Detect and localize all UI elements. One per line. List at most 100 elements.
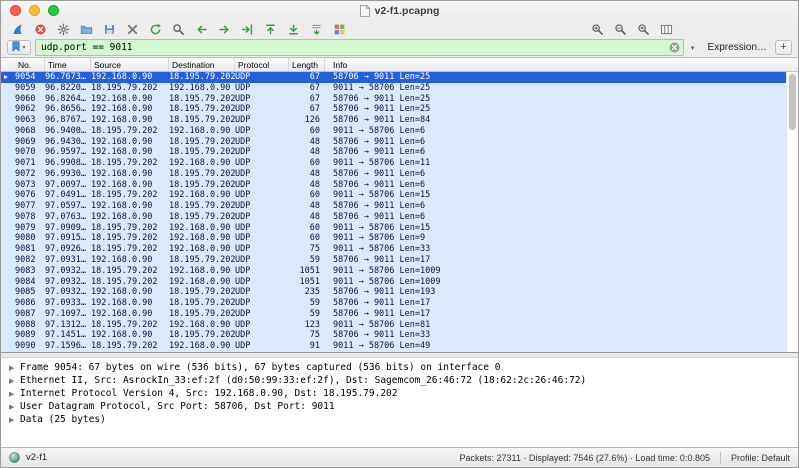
disclosure-triangle-icon[interactable]: ▶ [9,377,20,385]
cell-length: 48 [289,212,325,223]
go-to-packet-icon[interactable] [239,22,257,38]
packet-row[interactable]: 908897.1312…18.195.79.202192.168.0.90UDP… [1,320,798,331]
packet-row[interactable]: 906996.9430…192.168.0.9018.195.79.202UDP… [1,137,798,148]
packet-row[interactable]: 907196.9908…18.195.79.202192.168.0.90UDP… [1,158,798,169]
packet-row[interactable]: 908197.0926…18.195.79.202192.168.0.90UDP… [1,244,798,255]
detail-row[interactable]: ▶User Datagram Protocol, Src Port: 58706… [1,400,798,413]
auto-scroll-icon[interactable] [308,22,326,38]
cell-time: 97.0763… [45,212,91,223]
packet-row[interactable]: 908597.0932…192.168.0.9018.195.79.202UDP… [1,287,798,298]
column-header-no[interactable]: No. [15,58,45,71]
packet-row[interactable]: 906296.8656…192.168.0.9018.195.79.202UDP… [1,104,798,115]
maximize-button[interactable] [48,5,59,16]
packet-row[interactable]: 906396.8767…192.168.0.9018.195.79.202UDP… [1,115,798,126]
packet-row[interactable]: 905496.7673…192.168.0.9018.195.79.202UDP… [1,72,798,83]
packet-row[interactable]: 907397.0097…192.168.0.9018.195.79.202UDP… [1,180,798,191]
cell-time: 97.0909… [45,223,91,234]
start-capture-icon[interactable] [9,22,27,38]
expression-button[interactable]: Expression… [708,42,767,53]
zoom-normal-icon[interactable] [635,22,653,38]
disclosure-triangle-icon[interactable]: ▶ [9,416,20,424]
packet-row[interactable]: 908997.1451…192.168.0.9018.195.79.202UDP… [1,330,798,341]
disclosure-triangle-icon[interactable]: ▶ [9,390,20,398]
column-header-source[interactable]: Source [91,58,169,71]
packet-row[interactable]: 908697.0933…192.168.0.9018.195.79.202UDP… [1,298,798,309]
packet-row[interactable]: 908297.0931…192.168.0.9018.195.79.202UDP… [1,255,798,266]
packet-row[interactable]: 907897.0763…192.168.0.9018.195.79.202UDP… [1,212,798,223]
packet-row[interactable]: 905996.8220…18.195.79.202192.168.0.90UDP… [1,83,798,94]
cell-destination: 18.195.79.202 [169,137,235,148]
cell-info: 58706 → 9011 Len=33 [325,330,798,341]
zoom-in-icon[interactable] [589,22,607,38]
packet-row[interactable]: 908397.0932…18.195.79.202192.168.0.90UDP… [1,266,798,277]
filter-clear-icon[interactable] [669,42,680,53]
packet-row[interactable]: 908497.0932…18.195.79.202192.168.0.90UDP… [1,277,798,288]
packet-row[interactable]: 907096.9597…192.168.0.9018.195.79.202UDP… [1,147,798,158]
packet-row[interactable]: 907997.0909…18.195.79.202192.168.0.90UDP… [1,223,798,234]
display-filter-input[interactable] [36,41,669,54]
cell-no: 9073 [15,180,45,191]
go-forward-icon[interactable] [216,22,234,38]
disclosure-triangle-icon[interactable]: ▶ [9,403,20,411]
column-header-destination[interactable]: Destination [169,58,235,71]
capture-name: v2-f1 [26,452,47,463]
column-header-time[interactable]: Time [45,58,91,71]
filter-bookmark-button[interactable]: ▾ [7,40,31,55]
packet-row[interactable]: 906896.9400…18.195.79.202192.168.0.90UDP… [1,126,798,137]
cell-no: 9071 [15,158,45,169]
cell-time: 97.0097… [45,180,91,191]
detail-row[interactable]: ▶Data (25 bytes) [1,413,798,426]
cell-time: 96.9400… [45,126,91,137]
cell-time: 97.0932… [45,277,91,288]
vertical-scrollbar[interactable] [786,72,798,352]
go-back-icon[interactable] [193,22,211,38]
reload-icon[interactable] [147,22,165,38]
profile-label[interactable]: Profile: Default [731,453,790,463]
cell-destination: 192.168.0.90 [169,126,235,137]
packet-row[interactable]: 908797.1097…192.168.0.9018.195.79.202UDP… [1,309,798,320]
stop-capture-icon[interactable] [32,22,50,38]
cell-info: 58706 → 9011 Len=25 [325,94,798,105]
cell-source: 192.168.0.90 [91,180,169,191]
resize-columns-icon[interactable] [658,22,676,38]
cell-destination: 192.168.0.90 [169,233,235,244]
packet-row[interactable]: 907296.9930…192.168.0.9018.195.79.202UDP… [1,169,798,180]
close-button[interactable] [10,5,21,16]
packet-row[interactable]: 906096.8264…192.168.0.9018.195.79.202UDP… [1,94,798,105]
cell-time: 97.1312… [45,320,91,331]
column-header-length[interactable]: Length [289,58,325,71]
scrollbar-thumb[interactable] [789,74,796,130]
go-first-icon[interactable] [262,22,280,38]
open-file-icon[interactable] [78,22,96,38]
filter-history-dropdown[interactable]: ▾ [687,44,699,52]
detail-row[interactable]: ▶Frame 9054: 67 bytes on wire (536 bits)… [1,361,798,374]
packet-row[interactable]: 907797.0597…192.168.0.9018.195.79.202UDP… [1,201,798,212]
detail-row[interactable]: ▶Ethernet II, Src: AsrockIn_33:ef:2f (d0… [1,374,798,387]
detail-text: Ethernet II, Src: AsrockIn_33:ef:2f (d0:… [20,375,586,386]
capture-options-icon[interactable] [55,22,73,38]
column-header-info[interactable]: Info [325,58,798,71]
cell-protocol: UDP [235,233,289,244]
save-file-icon[interactable] [101,22,119,38]
colorize-icon[interactable] [331,22,349,38]
filter-add-button[interactable]: + [775,40,792,55]
close-file-icon[interactable] [124,22,142,38]
expert-info-icon[interactable] [9,452,20,463]
zoom-out-icon[interactable] [612,22,630,38]
packet-row[interactable]: 907697.0491…18.195.79.202192.168.0.90UDP… [1,190,798,201]
disclosure-triangle-icon[interactable]: ▶ [9,364,20,372]
cell-destination: 192.168.0.90 [169,320,235,331]
packet-row[interactable]: 909097.1596…18.195.79.202192.168.0.90UDP… [1,341,798,352]
cell-destination: 192.168.0.90 [169,266,235,277]
find-packet-icon[interactable] [170,22,188,38]
detail-row[interactable]: ▶Internet Protocol Version 4, Src: 192.1… [1,387,798,400]
cell-length: 67 [289,94,325,105]
cell-length: 48 [289,180,325,191]
column-header-protocol[interactable]: Protocol [235,58,289,71]
minimize-button[interactable] [29,5,40,16]
go-last-icon[interactable] [285,22,303,38]
cell-destination: 192.168.0.90 [169,190,235,201]
packet-row[interactable]: 908097.0915…18.195.79.202192.168.0.90UDP… [1,233,798,244]
cell-time: 97.0597… [45,201,91,212]
cell-info: 9011 → 58706 Len=9 [325,233,798,244]
